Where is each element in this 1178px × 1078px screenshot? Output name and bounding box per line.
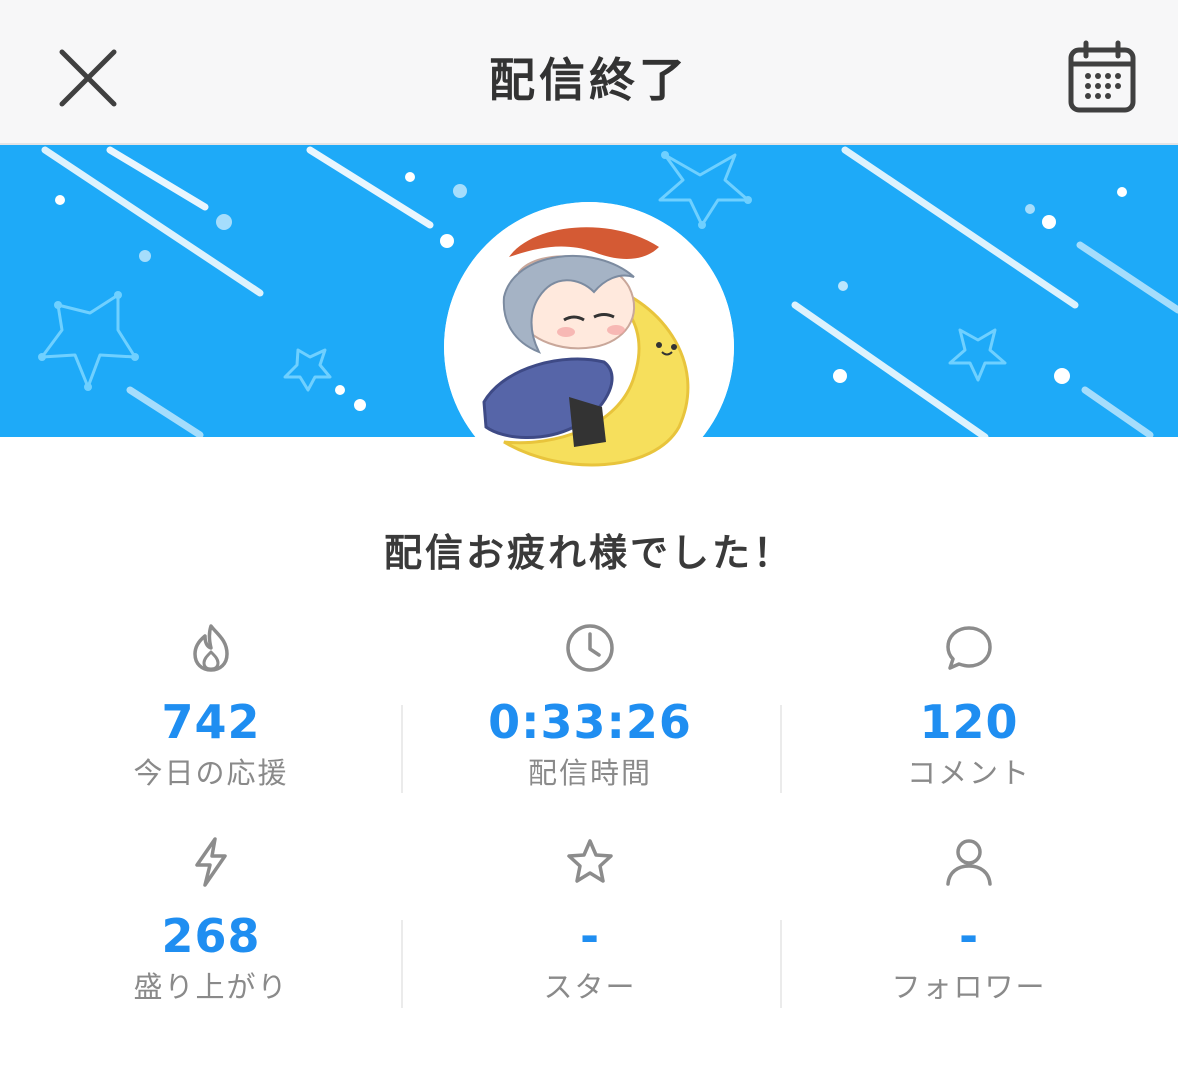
stat-value: 742 [161,695,261,749]
stat-label: 盛り上がり [133,970,289,1004]
comment-bubble-icon [946,626,992,670]
stat-excitement: 268 盛り上がり [61,836,361,1006]
stat-today-support: 742 今日の応援 [61,622,361,792]
header-bar: 配信終了 [0,0,1178,145]
star-icon [567,839,613,883]
divider [401,705,403,793]
person-icon [946,839,992,886]
stat-label: コメント [906,756,1031,790]
divider [401,920,403,1008]
stat-stream-time: 0:33:26 配信時間 [440,622,740,792]
stat-value: 0:33:26 [488,695,692,749]
stat-label: フォロワー [891,970,1047,1004]
lightning-icon [195,837,227,887]
calendar-button[interactable] [1066,40,1138,116]
page-title: 配信終了 [489,53,689,107]
stat-value: 268 [161,909,261,963]
stat-value: 120 [919,695,1019,749]
thanks-message: 配信お疲れ様でした！ [383,531,794,575]
stat-stars: - スター [440,836,740,1006]
divider [780,920,782,1008]
stat-value: - [579,909,601,963]
stats-grid: 742 今日の応援 0:33:26 配信時間 120 コメント 268 盛り上が… [0,610,1178,1030]
clock-icon [566,624,614,672]
stat-followers: - フォロワー [819,836,1119,1006]
avatar[interactable] [444,202,734,492]
stat-value: - [958,909,980,963]
stat-label: 今日の応援 [133,756,289,790]
avatar-character-on-moon-icon [444,202,734,492]
flame-icon [193,624,229,672]
stat-comments: 120 コメント [819,622,1119,792]
calendar-icon [1068,40,1136,113]
stat-label: スター [543,970,637,1004]
divider [780,705,782,793]
stat-label: 配信時間 [527,756,652,790]
